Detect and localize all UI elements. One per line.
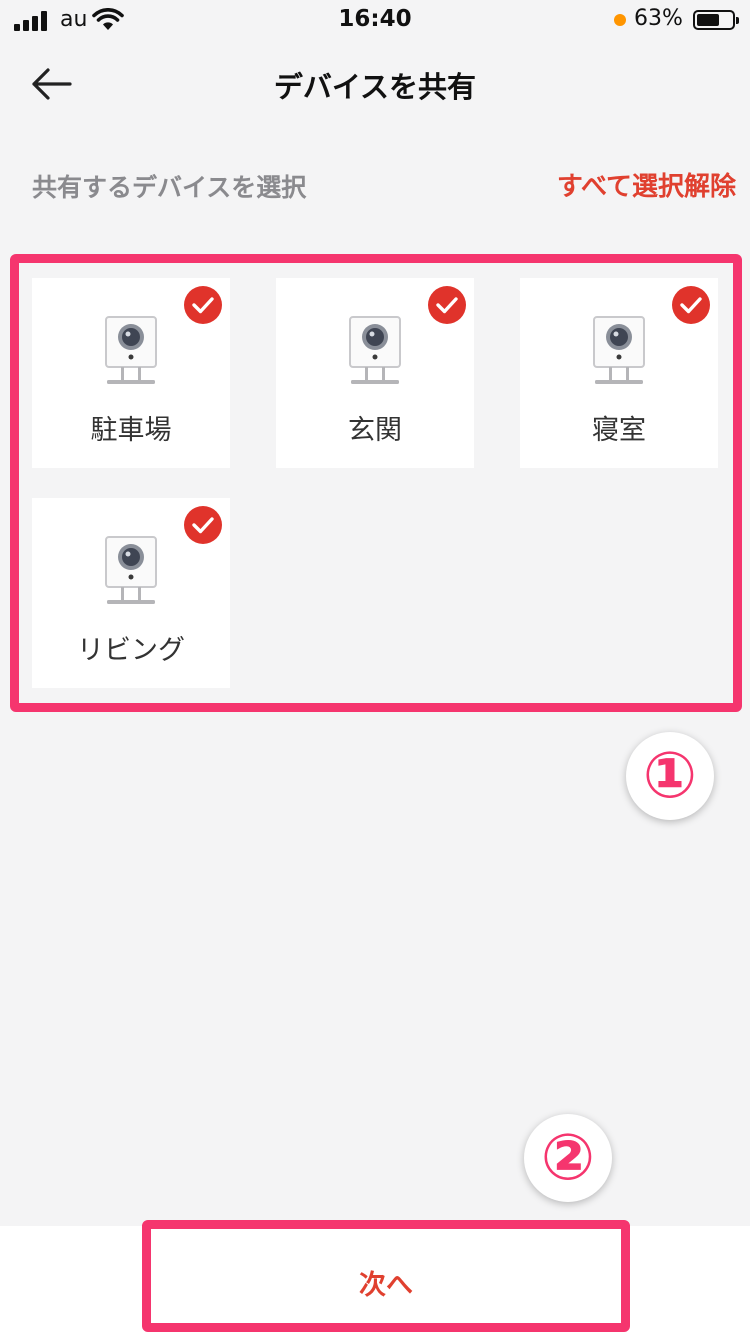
- check-icon: [184, 286, 222, 324]
- device-card-entrance[interactable]: 玄関: [276, 278, 474, 468]
- page-title: デバイスを共有: [273, 70, 477, 104]
- next-button-label: 次へ: [359, 1270, 413, 1301]
- device-name: 駐車場: [90, 415, 172, 446]
- share-devices-screen: au 16:40 63% デバイスを共有 共有するデバイスを選択 すべて選択解除: [0, 0, 750, 1334]
- annotation-marker-2: ②: [524, 1114, 612, 1202]
- check-icon: [428, 286, 466, 324]
- device-name: 玄関: [348, 415, 402, 446]
- device-card-parking[interactable]: 駐車場: [32, 278, 230, 468]
- next-button[interactable]: 次へ: [142, 1220, 630, 1332]
- camera-icon: [593, 316, 645, 384]
- battery-percent: 63%: [634, 6, 683, 31]
- device-card-living[interactable]: リビング: [32, 498, 230, 688]
- select-devices-label: 共有するデバイスを選択: [32, 173, 307, 202]
- camera-icon: [105, 536, 157, 604]
- camera-icon: [105, 316, 157, 384]
- device-card-bedroom[interactable]: 寝室: [520, 278, 718, 468]
- check-icon: [672, 286, 710, 324]
- camera-icon: [349, 316, 401, 384]
- status-bar: au 16:40 63%: [0, 0, 750, 40]
- privacy-indicator-dot: [614, 14, 626, 26]
- device-name: リビング: [77, 635, 185, 666]
- battery-icon: [693, 10, 739, 30]
- annotation-marker-1: ①: [626, 732, 714, 820]
- deselect-all-button[interactable]: すべて選択解除: [557, 166, 736, 203]
- check-icon: [184, 506, 222, 544]
- device-name: 寝室: [592, 415, 646, 446]
